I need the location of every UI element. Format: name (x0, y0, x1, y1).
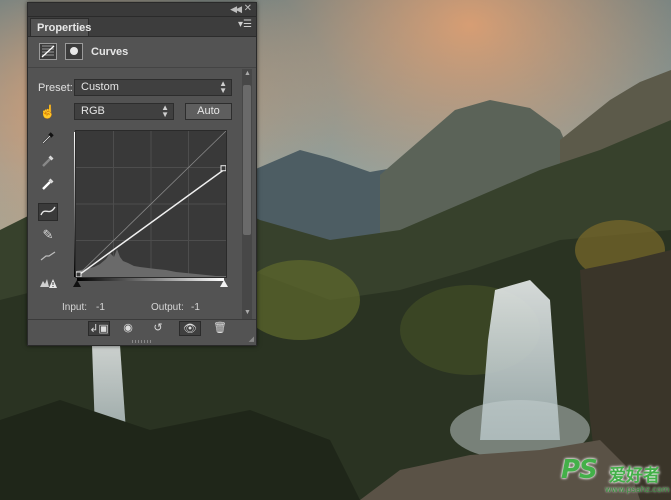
resize-corner-icon[interactable]: ◢ (249, 335, 254, 343)
pencil-icon[interactable]: ✎ (38, 226, 58, 244)
panel-tab-row: Properties ▾☰ (28, 17, 256, 37)
channel-value: RGB (81, 105, 105, 117)
scroll-down-icon[interactable]: ▼ (244, 309, 251, 316)
white-point-slider[interactable] (220, 280, 228, 287)
scrollbar-thumb[interactable] (243, 85, 251, 235)
input-label: Input: (62, 302, 88, 313)
layer-mask-icon[interactable] (65, 43, 83, 60)
adjustment-header: Curves (28, 37, 256, 68)
reset-icon[interactable]: ↺ (147, 321, 169, 336)
output-value: -1 (191, 302, 200, 313)
properties-panel: ◀◀ ✕ Properties ▾☰ Curves Preset: Custom… (27, 2, 257, 346)
curves-graph[interactable] (75, 130, 227, 278)
panel-menu-icon[interactable]: ▾☰ (238, 20, 252, 31)
curve-points-icon[interactable] (38, 203, 58, 221)
clip-to-layer-icon[interactable]: ↲▣ (88, 321, 110, 336)
watermark-cn: 爱好者 (609, 466, 660, 486)
delete-icon[interactable]: 🗑 (209, 321, 231, 336)
preset-value: Custom (81, 81, 119, 93)
curves-adjustment-icon[interactable] (39, 43, 57, 60)
adjustment-title: Curves (91, 46, 129, 58)
input-gradient-bar (77, 278, 224, 281)
auto-button[interactable]: Auto (185, 103, 232, 120)
output-label: Output: (151, 302, 184, 313)
preset-label: Preset: (38, 82, 73, 94)
channel-select[interactable]: RGB ▲ ▼ (74, 103, 174, 120)
watermark-url: www.psahz.com (605, 485, 670, 494)
clipping-warning-icon[interactable] (38, 275, 58, 293)
smooth-icon[interactable] (38, 249, 58, 267)
view-previous-icon[interactable]: ◉ (117, 321, 139, 336)
watermark-ps: PS (561, 455, 598, 485)
curve-point-black[interactable] (75, 271, 82, 278)
black-point-slider[interactable] (73, 280, 81, 287)
input-value: -1 (96, 302, 105, 313)
close-icon[interactable]: ✕ (244, 3, 252, 14)
collapse-icon[interactable]: ◀◀ (230, 4, 242, 15)
tab-properties[interactable]: Properties (30, 18, 91, 36)
preset-select[interactable]: Custom ▲ ▼ (74, 79, 232, 96)
eyedropper-gray-icon[interactable] (38, 154, 58, 172)
eyedropper-white-icon[interactable] (38, 177, 58, 195)
eyedropper-black-icon[interactable] (38, 131, 58, 149)
select-arrows-icon: ▲ ▼ (219, 79, 227, 95)
select-arrows-icon: ▲ ▼ (161, 103, 169, 119)
scroll-up-icon[interactable]: ▲ (244, 70, 251, 77)
on-image-adjust-icon[interactable]: ☝ (38, 103, 58, 121)
visibility-icon[interactable]: 👁 (179, 321, 201, 336)
panel-titlebar[interactable]: ◀◀ ✕ (28, 3, 256, 17)
watermark-logo: PS 爱好者 www.psahz.com (561, 455, 669, 494)
panel-resize-grip[interactable] (132, 340, 152, 343)
curve-point-white[interactable] (220, 165, 227, 172)
